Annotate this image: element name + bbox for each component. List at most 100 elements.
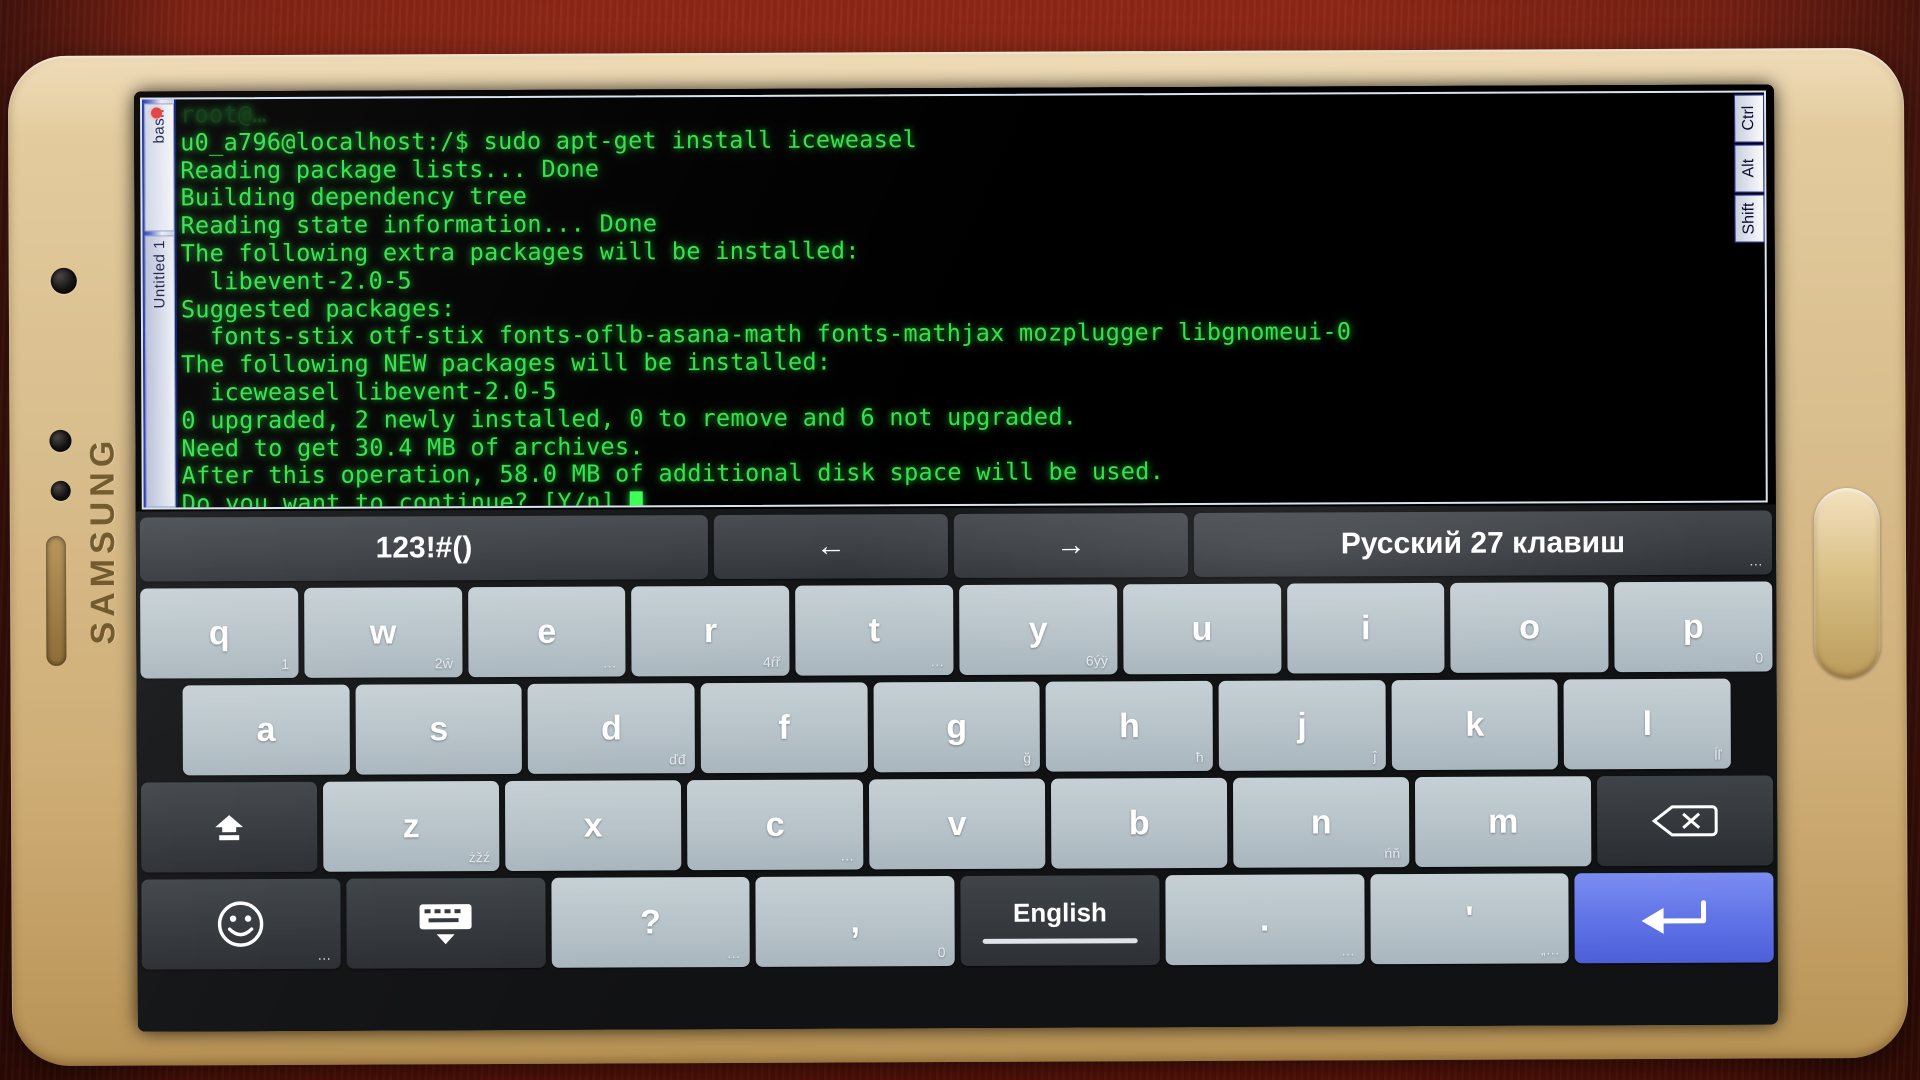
terminal-line: Reading state information... Done (180, 209, 658, 240)
terminal-line: 0 upgraded, 2 newly installed, 0 to remo… (181, 402, 1078, 435)
keyboard-row-modifiers: … ?… ,0 English . … ' „… (141, 872, 1774, 970)
key-q[interactable]: q1 (140, 587, 299, 679)
key-apostrophe[interactable]: ' „… (1369, 873, 1570, 965)
key-j[interactable]: jĵ (1218, 680, 1386, 771)
key-d[interactable]: d ďđ (527, 683, 695, 774)
smartphone-device: SAMSUNG bash Untitled 1 root@… u0_a796@l… (7, 47, 1909, 1067)
key-symbols-toggle[interactable]: 123!#() (139, 515, 709, 582)
key-w[interactable]: w 2ŵ (303, 587, 463, 678)
key-y[interactable]: y 6ýÿ (959, 584, 1118, 675)
terminal-output[interactable]: root@… u0_a796@localhost:/$ sudo apt-get… (180, 92, 1766, 510)
key-i[interactable]: i (1286, 582, 1445, 674)
key-question-mark[interactable]: ?… (550, 876, 751, 968)
terminal-line: libevent-2.0-5 (180, 266, 413, 296)
keyboard-row-qwerty: q1 w 2ŵ e… r 4ŕř t… y 6ýÿ u i o p0 (140, 581, 1773, 679)
key-backspace[interactable] (1596, 775, 1774, 867)
key-b[interactable]: b (1050, 777, 1228, 869)
terminal-line: u0_a796@localhost:/$ sudo apt-get instal… (180, 124, 918, 157)
shift-key[interactable]: Shift (1734, 194, 1765, 243)
key-s[interactable]: s (355, 683, 523, 775)
key-emoji[interactable]: … (141, 878, 341, 970)
terminal-line: After this operation, 58.0 MB of additio… (181, 457, 1165, 490)
key-w-label: w (369, 612, 397, 652)
key-y-sub: 6ýÿ (1085, 652, 1109, 669)
key-emoji-sub: … (317, 946, 332, 963)
key-z[interactable]: z żžź (322, 781, 500, 872)
key-g[interactable]: gğ (873, 681, 1041, 773)
arrow-left-icon: ← (815, 529, 847, 563)
alt-key[interactable]: Alt (1734, 144, 1765, 193)
terminal-tab-activity-indicator (151, 107, 163, 119)
key-r-sub: 4ŕř (762, 653, 781, 670)
key-z-label: z (402, 806, 420, 845)
key-o[interactable]: o (1450, 582, 1609, 673)
terminal-line: Suggested packages: (180, 293, 456, 323)
key-p[interactable]: p0 (1614, 581, 1773, 673)
key-u[interactable]: u (1122, 583, 1282, 675)
key-shift[interactable] (140, 781, 318, 873)
emoji-icon (218, 901, 264, 947)
hide-keyboard-icon (419, 904, 472, 945)
key-k[interactable]: k (1391, 679, 1559, 771)
key-period-label: . (1259, 900, 1270, 939)
keyboard-row-bottom-letters: z żžź x c… v b n ńň m (140, 775, 1774, 873)
on-screen-keyboard: 123!#() ← → Русский 27 клавиш … q1 w 2ŵ … (135, 504, 1779, 1032)
key-x[interactable]: x (504, 780, 682, 871)
key-question-sub: … (726, 944, 742, 962)
ctrl-key[interactable]: Ctrl (1733, 94, 1765, 143)
key-e[interactable]: e… (467, 586, 626, 678)
key-a[interactable]: a (182, 684, 350, 776)
key-t[interactable]: t… (795, 585, 954, 676)
key-enter[interactable] (1574, 872, 1774, 964)
key-f[interactable]: f (700, 682, 868, 774)
screen-bezel: bash Untitled 1 root@… u0_a796@localhost… (133, 84, 1779, 1032)
key-v[interactable]: v (868, 778, 1046, 870)
key-b-label: b (1128, 803, 1150, 842)
terminal-tab-bash[interactable]: bash (144, 103, 175, 232)
key-o-label: o (1519, 607, 1541, 647)
sensor-icon (49, 429, 72, 452)
key-c-sub: … (840, 847, 855, 864)
speaker-grill (45, 535, 67, 666)
key-comma[interactable]: ,0 (755, 876, 955, 967)
key-space-language-label: English (1012, 897, 1107, 928)
key-layout-selector[interactable]: Русский 27 клавиш … (1193, 510, 1773, 577)
key-space[interactable]: English (960, 875, 1160, 966)
key-r[interactable]: r 4ŕř (631, 585, 790, 677)
backspace-icon (1651, 805, 1718, 837)
device-brand-label: SAMSUNG (83, 435, 123, 645)
key-arrow-right[interactable]: → (953, 512, 1189, 579)
terminal-line: iceweasel libevent-2.0-5 (181, 376, 557, 407)
key-f-label: f (778, 708, 790, 747)
terminal-line: The following NEW packages will be insta… (181, 347, 832, 379)
key-i-label: i (1360, 608, 1371, 647)
key-l[interactable]: l ĺľ (1563, 678, 1731, 770)
terminal-tab-untitled[interactable]: Untitled 1 (144, 235, 176, 508)
arrow-right-icon: → (1055, 528, 1087, 562)
key-m[interactable]: m (1414, 776, 1592, 868)
key-n[interactable]: n ńň (1232, 777, 1410, 868)
key-j-label: j (1297, 705, 1307, 745)
key-c-label: c (765, 805, 785, 844)
key-v-label: v (947, 804, 967, 843)
terminal-window: bash Untitled 1 root@… u0_a796@localhost… (139, 90, 1768, 510)
key-e-label: e (537, 612, 557, 651)
key-y-label: y (1028, 610, 1048, 649)
terminal-tab-strip: bash Untitled 1 (141, 99, 178, 508)
key-arrow-left[interactable]: ← (713, 514, 949, 580)
key-n-sub: ńň (1384, 845, 1401, 862)
key-u-label: u (1191, 609, 1213, 648)
key-period[interactable]: .… (1165, 874, 1365, 966)
terminal-line: Building dependency tree (180, 182, 528, 212)
key-h-sub: ħ (1195, 748, 1204, 765)
key-c[interactable]: c… (686, 779, 864, 871)
key-h[interactable]: hħ (1045, 680, 1213, 772)
home-button[interactable] (1813, 487, 1881, 679)
key-x-label: x (583, 806, 603, 845)
terminal-line: The following extra packages will be ins… (180, 236, 860, 268)
key-k-label: k (1465, 705, 1485, 744)
key-apostrophe-label: ' (1465, 899, 1474, 938)
enter-icon (1641, 900, 1706, 934)
key-a-label: a (256, 710, 276, 749)
key-hide-keyboard[interactable] (346, 877, 546, 969)
